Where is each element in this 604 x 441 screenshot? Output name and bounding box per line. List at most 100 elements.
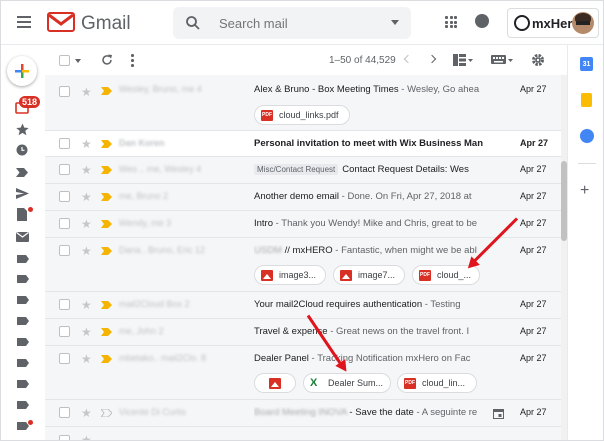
row-checkbox[interactable] <box>59 435 70 440</box>
star-icon[interactable]: ★ <box>81 352 92 366</box>
row-checkbox[interactable] <box>59 353 70 364</box>
star-icon[interactable]: ★ <box>81 298 92 312</box>
sender: me, Bruno 2 <box>119 191 169 201</box>
email-row[interactable]: ★ Vicente Di Curtis Board Meeting INOVA … <box>45 400 561 427</box>
star-icon[interactable]: ★ <box>81 163 92 177</box>
split-pane-icon[interactable] <box>453 54 473 66</box>
tasks-icon[interactable] <box>580 129 594 143</box>
important-marker-icon[interactable] <box>101 166 112 174</box>
star-icon[interactable]: ★ <box>81 137 92 151</box>
label-icon[interactable] <box>17 275 29 283</box>
email-row[interactable]: ★ Dana.. Bruno, Eric 12 USDM // mxHERO -… <box>45 238 561 292</box>
select-all-checkbox[interactable] <box>59 55 70 66</box>
compose-button[interactable] <box>7 56 37 86</box>
star-icon[interactable]: ★ <box>81 406 92 420</box>
calendar-event-icon <box>493 409 504 419</box>
image-icon <box>340 270 352 281</box>
email-row[interactable]: ★ Wendy, me 3 Intro - Thank you Wendy! M… <box>45 211 561 238</box>
attachment-chip[interactable]: PDF cloud_lin... <box>397 373 477 393</box>
notifications-icon[interactable] <box>475 14 489 28</box>
email-row[interactable]: ★ Wes .. me, Wesley 4 Misc/Contact Reque… <box>45 157 561 184</box>
label-icon[interactable] <box>17 359 29 367</box>
important-marker-icon[interactable] <box>101 301 112 309</box>
gmail-logo-icon[interactable] <box>47 12 75 32</box>
star-icon[interactable]: ★ <box>81 85 92 99</box>
row-checkbox[interactable] <box>59 218 70 229</box>
drafts-icon[interactable] <box>17 208 27 221</box>
important-marker-icon[interactable] <box>101 355 112 363</box>
important-marker-icon[interactable] <box>101 220 112 228</box>
row-checkbox[interactable] <box>59 138 70 149</box>
starred-icon[interactable] <box>16 123 29 136</box>
search-icon[interactable] <box>185 15 201 31</box>
search-options-dropdown-icon[interactable] <box>391 20 399 25</box>
attachment-chip[interactable] <box>254 373 296 393</box>
attachment-chip[interactable]: PDF cloud_links.pdf <box>254 105 350 125</box>
gear-icon[interactable] <box>531 53 545 67</box>
avatar[interactable] <box>572 12 594 34</box>
more-vert-icon[interactable] <box>131 54 134 67</box>
email-row[interactable]: ★ mbetako.. mail2Clo. 8 Dealer Panel - T… <box>45 346 561 400</box>
attachment-chip[interactable]: X Dealer Sum... <box>303 373 391 393</box>
important-marker-icon[interactable] <box>101 328 112 336</box>
subject-line: Travel & expense - Great news on the tra… <box>254 326 529 337</box>
label-icon[interactable] <box>17 401 29 409</box>
select-dropdown-icon[interactable] <box>75 59 81 63</box>
label-icon[interactable] <box>17 338 29 346</box>
attachment-name: image7... <box>358 270 396 280</box>
important-marker-icon[interactable] <box>101 193 112 201</box>
snoozed-icon[interactable] <box>16 144 28 156</box>
row-checkbox[interactable] <box>59 86 70 97</box>
attachment-chip[interactable]: image7... <box>333 265 405 285</box>
row-checkbox[interactable] <box>59 407 70 418</box>
attachment-chip[interactable]: image3... <box>254 265 326 285</box>
apps-grid-icon[interactable] <box>445 16 457 28</box>
row-checkbox[interactable] <box>59 164 70 175</box>
calendar-icon[interactable]: 31 <box>580 57 593 71</box>
star-icon[interactable]: ★ <box>81 433 92 440</box>
search-input[interactable] <box>219 14 379 32</box>
important-marker-icon[interactable] <box>101 247 112 255</box>
date: Apr 27 <box>520 353 547 363</box>
label-icon[interactable] <box>17 255 29 263</box>
search-bar[interactable] <box>173 7 411 39</box>
star-icon[interactable]: ★ <box>81 244 92 258</box>
label-icon[interactable] <box>17 317 29 325</box>
sent-icon[interactable] <box>16 188 29 199</box>
keep-icon[interactable] <box>581 93 592 107</box>
row-checkbox[interactable] <box>59 191 70 202</box>
plus-icon[interactable]: + <box>580 183 589 199</box>
excel-icon: X <box>310 377 318 389</box>
important-marker-icon[interactable] <box>101 409 112 417</box>
label-icon[interactable] <box>17 380 29 388</box>
drafts-notification-dot <box>28 207 33 212</box>
important-marker-icon[interactable] <box>101 140 112 148</box>
email-row[interactable]: ★ Dan Koren Personal invitation to meet … <box>45 131 561 157</box>
chevron-left-icon[interactable] <box>403 54 413 64</box>
email-row[interactable]: ★ <box>45 427 561 440</box>
email-row[interactable]: ★ me, John 2 Travel & expense - Great ne… <box>45 319 561 346</box>
important-marker-icon[interactable] <box>101 87 112 95</box>
email-row[interactable]: ★ me, Bruno 2 Another demo email - Done.… <box>45 184 561 211</box>
important-icon[interactable] <box>16 168 28 177</box>
star-icon[interactable]: ★ <box>81 217 92 231</box>
subject-line: Board Meeting INOVA - Save the date - A … <box>254 407 492 418</box>
account-switcher[interactable]: mxHero <box>507 8 599 38</box>
star-icon[interactable]: ★ <box>81 190 92 204</box>
refresh-icon[interactable] <box>101 54 113 66</box>
hamburger-icon[interactable] <box>17 16 31 28</box>
row-checkbox[interactable] <box>59 245 70 256</box>
star-icon[interactable]: ★ <box>81 325 92 339</box>
row-checkbox[interactable] <box>59 299 70 310</box>
chevron-right-icon[interactable] <box>427 54 437 64</box>
row-checkbox[interactable] <box>59 326 70 337</box>
attachment-name: cloud_lin... <box>422 378 466 388</box>
email-row[interactable]: ★ Wesley, Bruno, me 4 Alex & Bruno - Box… <box>45 75 561 131</box>
all-mail-icon[interactable] <box>16 232 29 242</box>
email-row[interactable]: ★ mail2Cloud Box 2 Your mail2Cloud requi… <box>45 292 561 319</box>
keyboard-icon[interactable] <box>491 55 513 65</box>
subject-line: Misc/Contact Request Contact Request Deta… <box>254 164 529 175</box>
date: Apr 27 <box>520 326 547 336</box>
label-icon[interactable] <box>17 296 29 304</box>
category-label[interactable]: Misc/Contact Request <box>254 164 339 175</box>
